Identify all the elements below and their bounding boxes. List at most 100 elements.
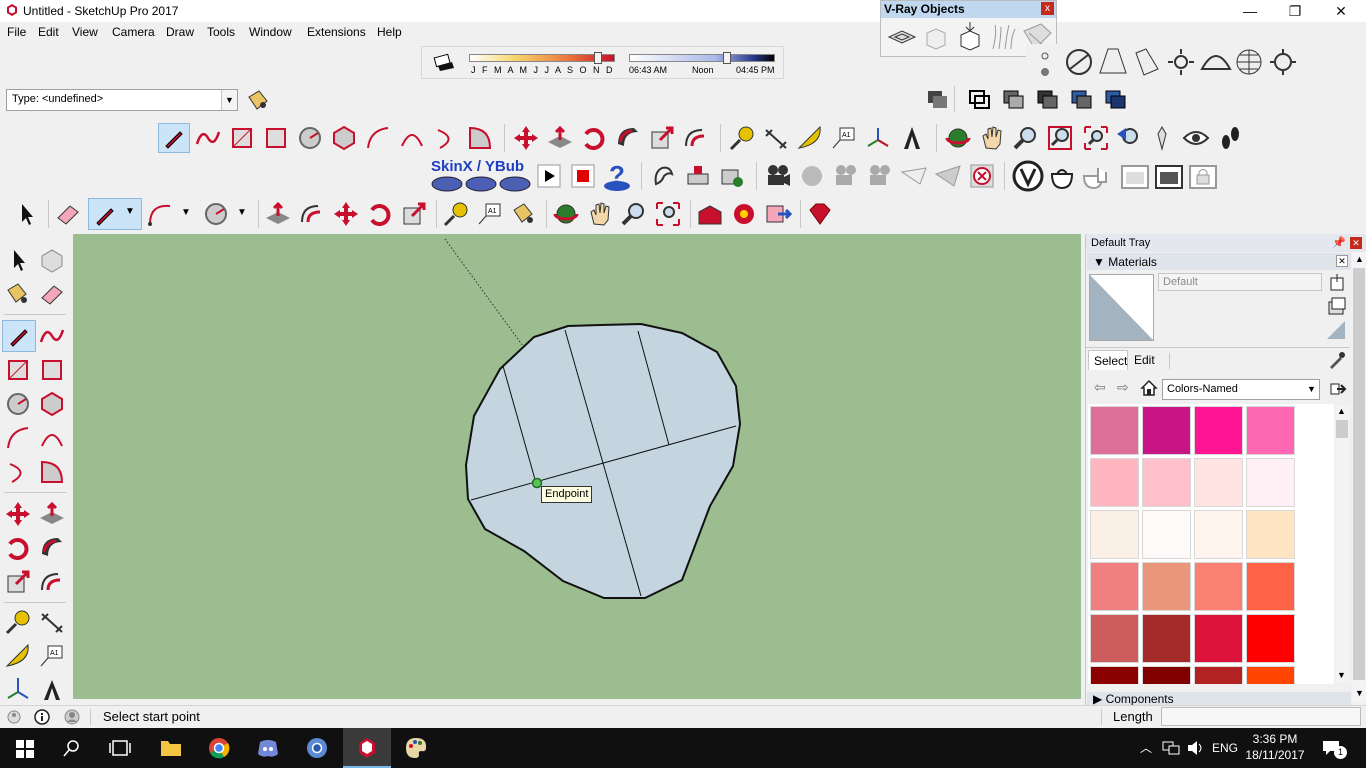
extension-warehouse-icon[interactable] [730, 200, 758, 228]
vray-interactive-icon[interactable] [1080, 160, 1112, 192]
library-dropdown[interactable]: Colors-Named ▼ [1162, 379, 1320, 400]
user-icon[interactable] [64, 709, 80, 725]
film-camera-icon[interactable] [764, 162, 792, 190]
menu-camera[interactable]: Camera [112, 25, 155, 39]
month-slider-thumb[interactable] [594, 52, 602, 64]
skinx-icon-2[interactable] [464, 172, 498, 192]
3d-text-icon[interactable] [898, 124, 926, 152]
arc-tool-icon[interactable] [146, 200, 174, 228]
menu-draw[interactable]: Draw [166, 25, 194, 39]
light-gen-icon[interactable] [1036, 48, 1054, 78]
menu-edit[interactable]: Edit [38, 25, 59, 39]
material-swatch[interactable] [1246, 458, 1295, 507]
camera-gray-icon-2[interactable] [832, 162, 860, 190]
scroll-up-icon[interactable]: ▲ [1337, 406, 1346, 416]
material-swatch[interactable] [1194, 614, 1243, 663]
create-material-icon[interactable] [1329, 274, 1345, 292]
scale-icon[interactable] [4, 568, 32, 596]
eraser-icon[interactable] [38, 280, 66, 308]
material-swatch[interactable] [1090, 614, 1139, 663]
move-icon[interactable] [512, 124, 540, 152]
sun-light-icon[interactable] [1166, 47, 1196, 77]
material-swatch[interactable] [1090, 458, 1139, 507]
dimension-icon[interactable] [38, 608, 66, 636]
sphere-light-icon[interactable] [1234, 47, 1264, 77]
forward-arrow-icon[interactable]: ⇨ [1117, 379, 1129, 396]
text-icon[interactable]: A1 [38, 642, 66, 670]
previous-view-icon[interactable] [1114, 124, 1142, 152]
select-icon[interactable] [4, 246, 32, 274]
info-icon[interactable] [34, 709, 50, 725]
rectangle-icon[interactable] [4, 356, 32, 384]
zoom-window-icon[interactable] [1046, 124, 1074, 152]
ies-light-icon[interactable] [1132, 47, 1162, 77]
protractor-icon[interactable] [796, 124, 824, 152]
paint-bucket-icon[interactable] [4, 280, 32, 308]
move-icon[interactable] [332, 200, 360, 228]
material-swatch[interactable] [1194, 510, 1243, 559]
geolocation-icon[interactable] [6, 709, 22, 725]
vray-plane-icon[interactable] [887, 23, 917, 51]
zoom-extents-icon[interactable] [1082, 124, 1110, 152]
line-tool-button[interactable] [158, 123, 190, 153]
shaded-style-icon[interactable] [1033, 85, 1061, 113]
eyedropper-icon[interactable] [1328, 351, 1346, 369]
discord-icon[interactable] [257, 738, 279, 758]
rotate-icon[interactable] [366, 200, 394, 228]
rotate-icon[interactable] [4, 534, 32, 562]
text-icon[interactable]: A1 [476, 200, 504, 228]
material-swatch[interactable] [1142, 562, 1191, 611]
pin-icon[interactable]: 📌 [1332, 236, 1346, 249]
follow-me-icon[interactable] [38, 534, 66, 562]
three-point-arc-icon[interactable] [4, 458, 32, 486]
freehand-icon[interactable] [38, 322, 66, 350]
chrome-canary-icon[interactable] [306, 737, 328, 759]
paint-palette-icon[interactable] [404, 736, 428, 760]
scale-icon[interactable] [648, 124, 676, 152]
material-swatch[interactable] [1194, 406, 1243, 455]
xray-style-icon[interactable] [923, 85, 951, 113]
position-camera-icon[interactable] [1148, 124, 1176, 152]
menu-view[interactable]: View [72, 25, 98, 39]
type-dropdown-arrow[interactable]: ▼ [221, 90, 237, 110]
network-icon[interactable] [1162, 740, 1180, 756]
chevron-down-icon[interactable]: ▼ [181, 207, 191, 218]
offset-icon[interactable] [682, 124, 710, 152]
rotate-icon[interactable] [580, 124, 608, 152]
tape-measure-icon[interactable] [728, 124, 756, 152]
volume-icon[interactable] [1187, 740, 1205, 756]
search-icon[interactable] [63, 739, 81, 757]
default-material-icon[interactable] [1325, 319, 1347, 341]
scroll-thumb[interactable] [1336, 420, 1348, 438]
material-swatch[interactable] [1246, 614, 1295, 663]
scroll-thumb[interactable] [1353, 268, 1365, 680]
vray-box-icon[interactable] [921, 23, 951, 51]
push-pull-icon[interactable] [38, 500, 66, 528]
circle-icon[interactable] [296, 124, 324, 152]
drape-icon[interactable] [718, 162, 746, 190]
chevron-down-icon[interactable]: ▼ [237, 207, 247, 218]
file-explorer-icon[interactable] [160, 738, 182, 758]
minimize-button[interactable]: — [1227, 0, 1273, 22]
shadow-toggle-icon[interactable] [432, 52, 456, 72]
two-point-arc-icon[interactable] [38, 424, 66, 452]
move-icon[interactable] [4, 500, 32, 528]
camera-gray-icon-1[interactable] [798, 162, 826, 190]
push-pull-icon[interactable] [264, 200, 292, 228]
freehand-icon[interactable] [194, 124, 222, 152]
two-point-arc-icon[interactable] [398, 124, 426, 152]
offset-icon[interactable] [38, 568, 66, 596]
hidden-line-style-icon[interactable] [999, 85, 1027, 113]
material-swatch[interactable] [1246, 562, 1295, 611]
look-around-icon[interactable] [1182, 124, 1210, 152]
paint-bucket-icon[interactable] [510, 200, 538, 228]
make-component-icon[interactable] [38, 246, 66, 274]
material-swatch[interactable] [1090, 562, 1139, 611]
rotated-rectangle-icon[interactable] [262, 124, 290, 152]
material-swatch[interactable] [1142, 458, 1191, 507]
three-point-arc-icon[interactable] [432, 124, 460, 152]
orbit-icon[interactable] [552, 200, 580, 228]
dimension-icon[interactable] [762, 124, 790, 152]
action-center-button[interactable]: 1 [1318, 736, 1352, 760]
scroll-down-icon[interactable]: ▼ [1355, 688, 1364, 698]
